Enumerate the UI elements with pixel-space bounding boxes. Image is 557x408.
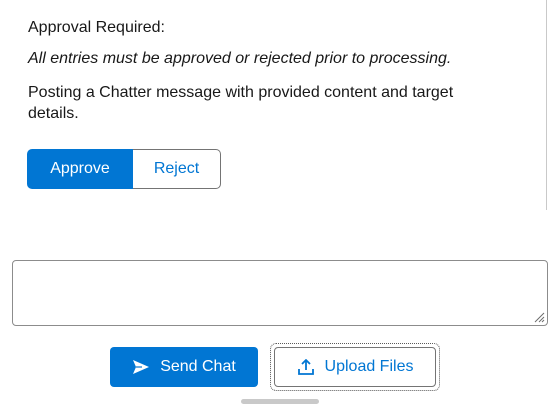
upload-files-button[interactable]: Upload Files <box>274 347 436 387</box>
approval-notice: All entries must be approved or rejected… <box>28 50 452 67</box>
approval-chat-panel: Approval Required: All entries must be a… <box>0 0 557 408</box>
reject-button[interactable]: Reject <box>133 149 221 189</box>
upload-files-label: Upload Files <box>324 358 414 375</box>
upload-icon <box>297 359 314 375</box>
approval-card: Approval Required: All entries must be a… <box>0 0 547 210</box>
resize-grip-icon[interactable] <box>533 311 545 323</box>
approve-button[interactable]: Approve <box>27 149 133 189</box>
send-chat-button[interactable]: Send Chat <box>110 347 258 387</box>
send-icon <box>133 360 150 374</box>
approval-button-group: Approve Reject <box>27 149 221 189</box>
approval-title: Approval Required: <box>28 19 165 36</box>
chat-message-input[interactable] <box>12 260 548 326</box>
drag-handle[interactable] <box>241 399 319 404</box>
send-chat-label: Send Chat <box>160 358 236 375</box>
approval-description: Posting a Chatter message with provided … <box>28 84 454 122</box>
